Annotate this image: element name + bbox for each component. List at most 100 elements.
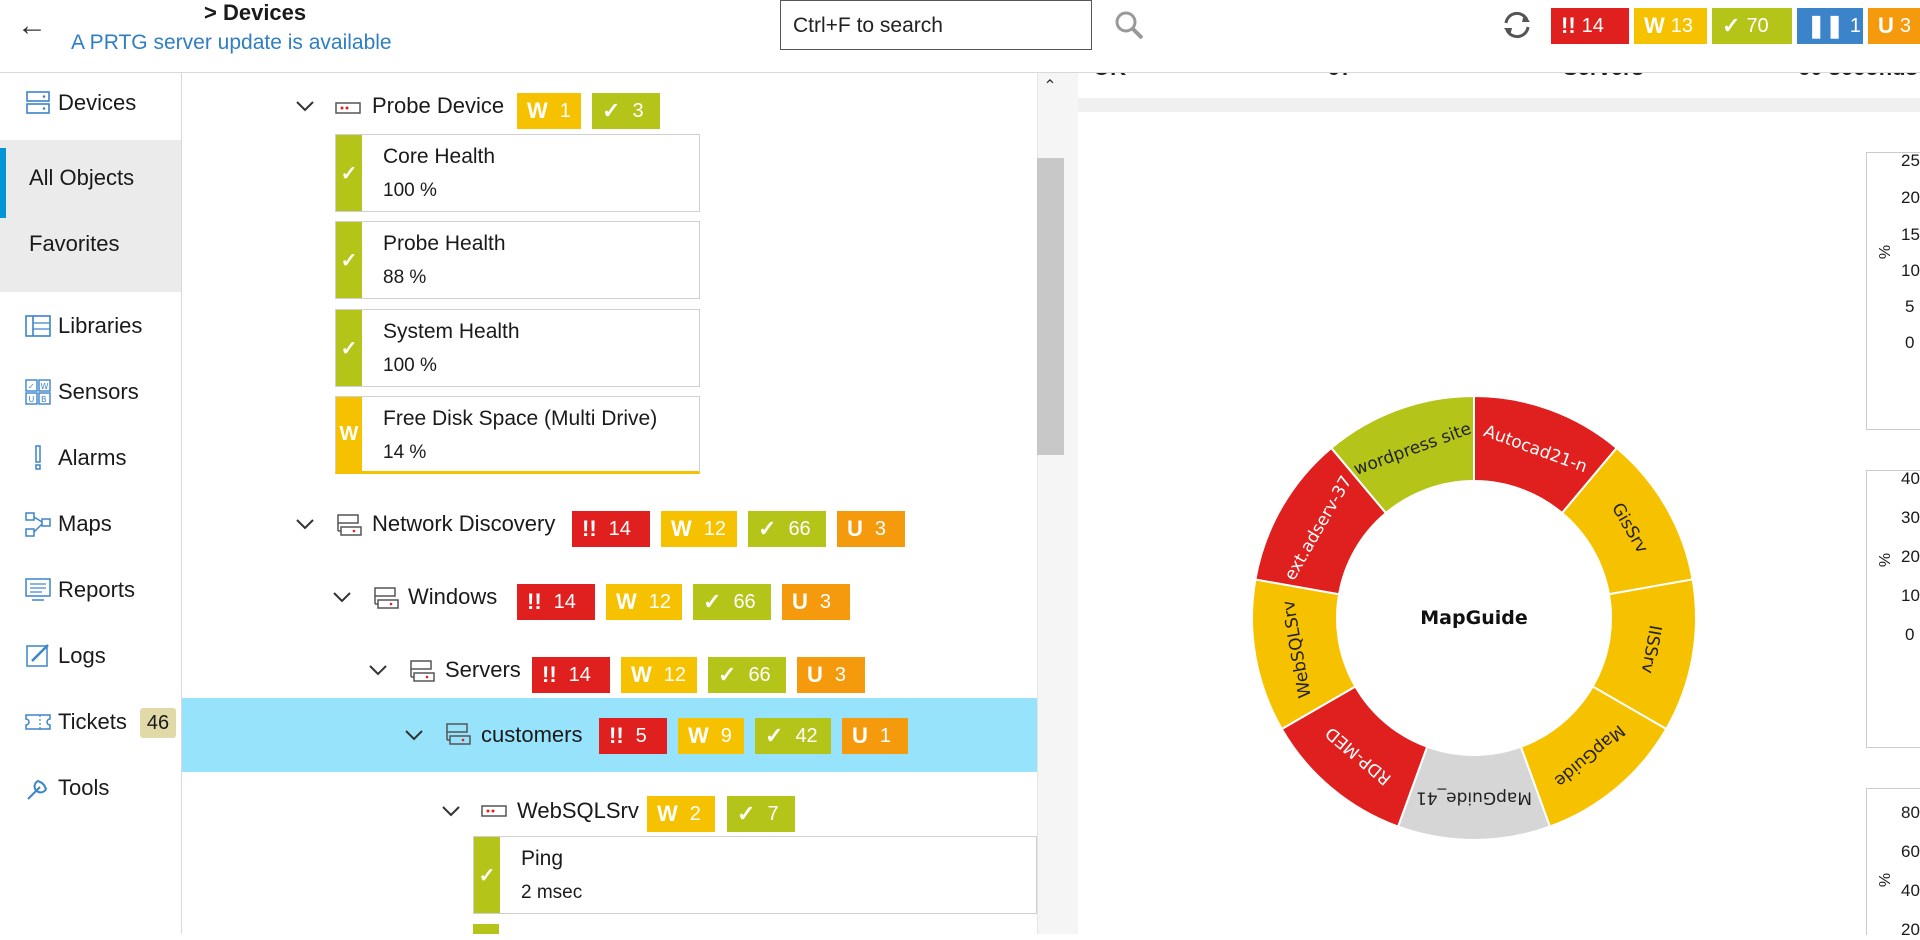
tick-label: 10 xyxy=(1901,586,1920,605)
check-icon: ✓ xyxy=(336,310,362,386)
check-icon: ✓ xyxy=(737,801,756,826)
sidebar: Devices All Objects Favorites Libraries … xyxy=(0,73,182,934)
check-icon: ✓ xyxy=(765,723,784,748)
update-notice-link[interactable]: A PRTG server update is available xyxy=(71,31,392,55)
header-ok-count[interactable]: ✓ 70 xyxy=(1712,8,1792,44)
check-icon: ✓ xyxy=(336,135,362,211)
ok-count-badge[interactable]: ✓ 3 xyxy=(592,93,660,129)
overview-table-row: OK 97 Servers 60 seconds xyxy=(1078,73,1920,100)
chevron-down-icon[interactable] xyxy=(403,724,425,746)
next-sensor-stripe xyxy=(473,924,499,934)
chevron-down-icon[interactable] xyxy=(294,95,316,117)
tree-row-windows[interactable]: Windows !! 14 W 12 ✓ 66 U3 xyxy=(182,564,1037,637)
warning-count-badge[interactable]: W2 xyxy=(647,796,715,832)
down-count-badge[interactable]: !! 14 xyxy=(572,511,650,547)
tick-label: 0 xyxy=(1905,333,1915,352)
tick-label: 80 xyxy=(1901,803,1920,822)
tree-row-network-discovery[interactable]: Network Discovery !! 14 W 12 ✓ 66 U3 xyxy=(182,491,1037,564)
chevron-down-icon[interactable] xyxy=(367,659,389,681)
back-arrow-icon[interactable]: ← xyxy=(14,8,50,44)
header-unusual-count[interactable]: U3 xyxy=(1868,8,1920,44)
header-paused-count[interactable]: ❚❚ 1 xyxy=(1797,8,1863,44)
tree-row-websqlsrv[interactable]: WebSQLSrv W2 ✓ 7 xyxy=(182,784,1037,844)
header-warning-count[interactable]: W 13 xyxy=(1634,8,1707,44)
devices-icon xyxy=(26,91,50,114)
sidebar-item-favorites[interactable]: Favorites xyxy=(0,214,181,274)
ok-count-badge[interactable]: ✓ 7 xyxy=(727,796,795,832)
down-count-badge[interactable]: !! 14 xyxy=(517,584,595,620)
unusual-icon: U xyxy=(792,589,808,614)
chevron-down-icon[interactable] xyxy=(294,513,316,535)
sidebar-item-tickets[interactable]: Tickets 46 xyxy=(0,692,181,752)
down-icon: !! xyxy=(609,723,624,748)
warning-count-badge[interactable]: W 12 xyxy=(606,584,682,620)
mini-chart-2[interactable]: % 40 30 20 10 0 xyxy=(1866,469,1920,748)
ok-count-badge[interactable]: ✓ 66 xyxy=(748,511,826,547)
down-count-badge[interactable]: !! 14 xyxy=(532,657,610,693)
sidebar-item-devices[interactable]: Devices xyxy=(0,73,181,133)
status-donut-chart[interactable]: Autocad21-nGisSrvIISSrvMapGuideMapGuide_… xyxy=(1248,392,1700,844)
chevron-down-icon[interactable] xyxy=(331,586,353,608)
down-count-badge[interactable]: !! 5 xyxy=(599,718,667,754)
sidebar-item-libraries[interactable]: Libraries xyxy=(0,296,181,356)
svg-text:W: W xyxy=(41,382,49,391)
unusual-count-badge[interactable]: U1 xyxy=(842,718,908,754)
warning-count-badge[interactable]: W 12 xyxy=(621,657,697,693)
down-icon: !! xyxy=(527,589,542,614)
reports-icon xyxy=(25,578,51,601)
scrollbar-thumb[interactable] xyxy=(1037,158,1064,455)
header-down-count[interactable]: !! 14 xyxy=(1551,8,1629,44)
search-input[interactable]: Ctrl+F to search xyxy=(780,0,1092,50)
warning-icon: W xyxy=(616,589,637,614)
sensors-icon: ✓ W U B xyxy=(25,379,51,405)
ok-count-badge[interactable]: ✓ 66 xyxy=(708,657,786,693)
unusual-count-badge[interactable]: U3 xyxy=(782,584,850,620)
refresh-icon[interactable] xyxy=(1500,8,1534,42)
y-axis-label: % xyxy=(1877,244,1895,260)
tree-row-customers[interactable]: customers !! 5 W9 ✓ 42 U1 xyxy=(182,698,1037,772)
sidebar-item-logs[interactable]: Logs xyxy=(0,626,181,686)
sidebar-item-tools[interactable]: Tools xyxy=(0,758,181,818)
tick-label: 25 xyxy=(1901,151,1920,170)
sensor-tile-system-health[interactable]: ✓ System Health 100 % xyxy=(335,309,700,387)
unusual-icon: U xyxy=(1878,13,1894,38)
mini-chart-3[interactable]: % 80 60 40 20 xyxy=(1866,788,1920,939)
scroll-up-icon[interactable]: ⌃ xyxy=(1040,76,1060,95)
sidebar-item-sensors[interactable]: ✓ W U B Sensors xyxy=(0,362,181,422)
sidebar-item-maps[interactable]: Maps xyxy=(0,494,181,554)
sensor-tile-free-disk-space[interactable]: W Free Disk Space (Multi Drive) 14 % xyxy=(335,396,700,474)
header-bar: ← > Devices A PRTG server update is avai… xyxy=(0,0,1920,73)
warning-icon: W xyxy=(527,98,548,123)
tick-label: 20 xyxy=(1901,547,1920,566)
warning-count-badge[interactable]: W 12 xyxy=(661,511,737,547)
probe-device-icon xyxy=(335,102,361,114)
search-icon[interactable] xyxy=(1112,8,1146,42)
sidebar-item-alarms[interactable]: Alarms xyxy=(0,428,181,488)
tick-label: 40 xyxy=(1901,469,1920,488)
warning-icon: W xyxy=(336,397,362,471)
alarm-exclamation-icon xyxy=(35,445,41,470)
warning-icon: W xyxy=(631,662,652,687)
breadcrumb[interactable]: > Devices xyxy=(204,0,306,26)
group-icon xyxy=(410,660,435,682)
check-icon: ✓ xyxy=(602,98,621,123)
ok-count-badge[interactable]: ✓ 66 xyxy=(693,584,771,620)
down-icon: !! xyxy=(582,516,597,541)
warning-count-badge[interactable]: W9 xyxy=(678,718,744,754)
sensor-tile-probe-health[interactable]: ✓ Probe Health 88 % xyxy=(335,221,700,299)
mini-chart-1[interactable]: % 25 20 15 10 5 0 xyxy=(1866,151,1920,430)
group-icon xyxy=(446,723,471,745)
sidebar-item-all-objects[interactable]: All Objects xyxy=(0,148,181,218)
interval-cell: 60 seconds xyxy=(1798,73,1918,81)
device-icon xyxy=(481,805,507,817)
sidebar-item-reports[interactable]: Reports xyxy=(0,560,181,620)
sensor-tile-core-health[interactable]: ✓ Core Health 100 % xyxy=(335,134,700,212)
unusual-count-badge[interactable]: U3 xyxy=(837,511,905,547)
sensor-tile-ping[interactable]: ✓ Ping 2 msec xyxy=(473,836,1037,914)
ok-count-badge[interactable]: ✓ 42 xyxy=(755,718,831,754)
warning-count-badge[interactable]: W1 xyxy=(517,93,581,129)
tick-label: 30 xyxy=(1901,508,1920,527)
tickets-icon xyxy=(25,714,51,730)
unusual-count-badge[interactable]: U3 xyxy=(797,657,865,693)
chevron-down-icon[interactable] xyxy=(440,800,462,822)
